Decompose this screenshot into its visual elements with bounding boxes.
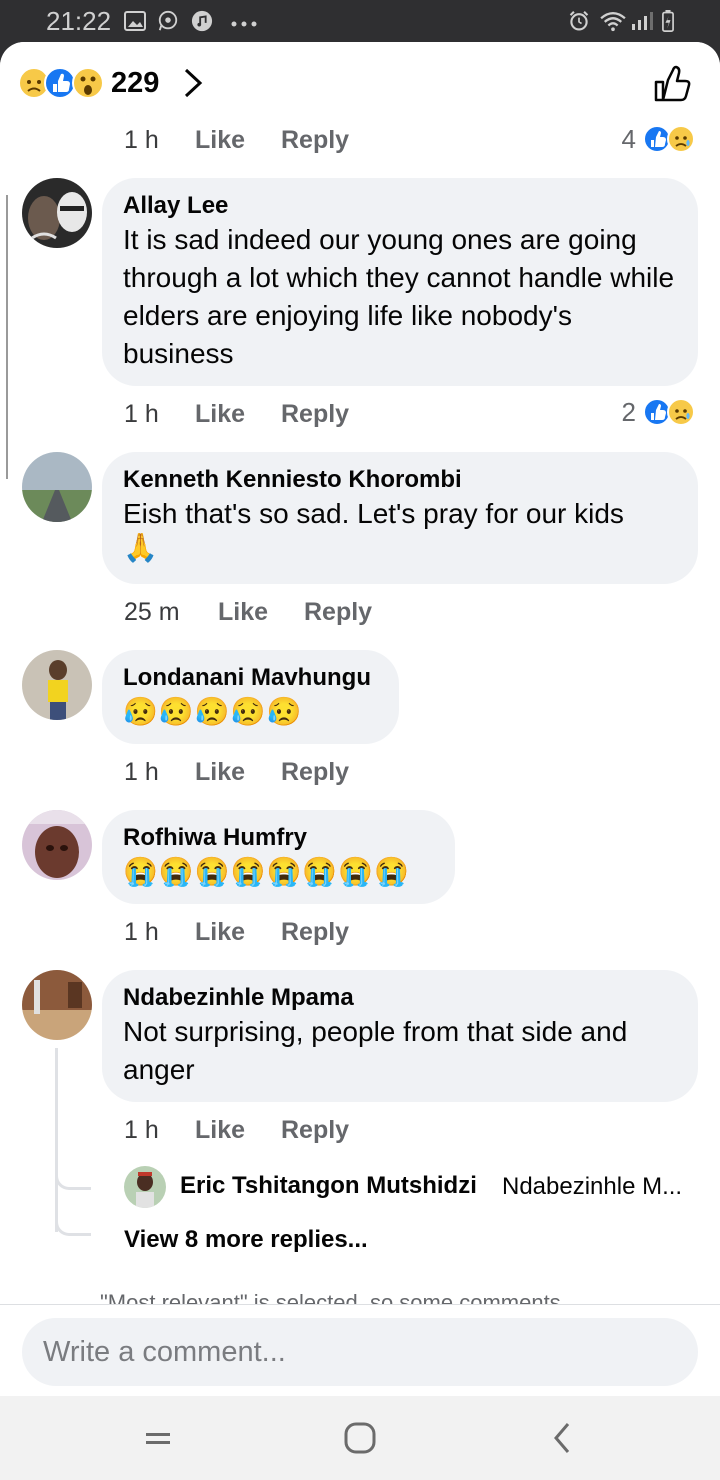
crying-emoji-row: 😭😭😭😭😭😭😭😭	[123, 856, 410, 887]
comment-input[interactable]	[22, 1318, 698, 1386]
comments-sheet: 229 1 h Like Reply 4 Allay Lee It is sad…	[0, 42, 720, 1480]
reply-button[interactable]: Reply	[281, 758, 349, 787]
comment-bubble[interactable]: Allay Lee It is sad indeed our young one…	[102, 178, 698, 386]
alarm-icon	[569, 10, 589, 31]
battery-icon	[662, 10, 674, 32]
like-outline-icon[interactable]	[650, 62, 694, 106]
comment-author[interactable]: Rofhiwa Humfry	[123, 822, 433, 853]
reply-snippet: Ndabezinhle M...	[502, 1173, 683, 1200]
thread-line	[55, 1048, 58, 1232]
comment-time: 1 h	[124, 1116, 159, 1144]
like-button[interactable]: Like	[195, 918, 245, 947]
back-icon[interactable]	[540, 1418, 584, 1458]
reactions-header: 229	[0, 42, 720, 122]
comment-text: Eish that's so sad. Let's pray for our k…	[123, 498, 624, 529]
avatar[interactable]	[22, 178, 92, 248]
reply-preview[interactable]: Eric Tshitangon Mutshidzi Ndabezinhle M.…	[124, 1166, 704, 1210]
comment-text: It is sad indeed our young ones are goin…	[123, 224, 675, 369]
like-button[interactable]: Like	[195, 1116, 245, 1145]
comment-author[interactable]: Kenneth Kenniesto Khorombi	[123, 464, 676, 495]
sad-emoji-row: 😥😥😥😥😥	[123, 696, 303, 727]
reply-button[interactable]: Reply	[281, 126, 349, 155]
comment-text: Not surprising, people from that side an…	[123, 1016, 628, 1085]
home-icon[interactable]	[338, 1418, 382, 1458]
comment-bubble[interactable]: Kenneth Kenniesto Khorombi Eish that's s…	[102, 452, 698, 584]
signal-icon	[632, 12, 653, 30]
reply-button[interactable]: Reply	[304, 598, 372, 627]
like-sad-reaction-icon	[643, 125, 695, 153]
comment-time: 1 h	[124, 758, 159, 786]
praying-hands-emoji: 🙏	[123, 532, 158, 563]
like-button[interactable]: Like	[195, 400, 245, 429]
like-button[interactable]: Like	[195, 758, 245, 787]
like-sad-reaction-icon	[643, 398, 695, 426]
thread-branch	[55, 1212, 91, 1236]
avatar[interactable]	[22, 452, 92, 522]
comment-reactions[interactable]: 2	[598, 397, 698, 431]
comment-author[interactable]: Londanani Mavhungu	[123, 662, 377, 693]
comment-reaction-count: 4	[621, 124, 636, 154]
recents-icon[interactable]	[136, 1418, 180, 1458]
status-bar: 21:22	[0, 0, 720, 44]
comment-reactions[interactable]: 4	[598, 124, 698, 158]
reply-button[interactable]: Reply	[281, 400, 349, 429]
sad-reaction-icon	[18, 67, 104, 99]
avatar[interactable]	[22, 650, 92, 720]
comment-reaction-count: 2	[621, 397, 636, 427]
wifi-icon	[600, 12, 626, 32]
comment-author[interactable]: Ndabezinhle Mpama	[123, 982, 676, 1013]
reaction-count[interactable]: 229	[111, 67, 159, 100]
comment-composer	[0, 1304, 720, 1396]
scroll-indicator	[6, 195, 8, 479]
comment-bubble[interactable]: Londanani Mavhungu 😥😥😥😥😥	[102, 650, 399, 744]
gallery-icon	[124, 11, 146, 31]
like-button[interactable]: Like	[218, 598, 268, 627]
thread-branch	[55, 1166, 91, 1190]
music-icon	[191, 10, 213, 32]
comment-bubble[interactable]: Rofhiwa Humfry 😭😭😭😭😭😭😭😭	[102, 810, 455, 904]
comment-time: 1 h	[124, 918, 159, 946]
comment-time: 1 h	[124, 126, 159, 154]
more-dots-icon	[231, 21, 257, 27]
reply-author[interactable]: Eric Tshitangon Mutshidzi	[180, 1172, 477, 1200]
avatar[interactable]	[22, 970, 92, 1040]
comment-author[interactable]: Allay Lee	[123, 190, 676, 221]
reply-button[interactable]: Reply	[281, 918, 349, 947]
reaction-icons[interactable]	[18, 66, 108, 100]
reply-button[interactable]: Reply	[281, 1116, 349, 1145]
status-time: 21:22	[46, 6, 112, 36]
chevron-right-icon[interactable]	[178, 66, 208, 100]
comment-bubble[interactable]: Ndabezinhle Mpama Not surprising, people…	[102, 970, 698, 1102]
comment-time: 25 m	[124, 598, 180, 626]
system-nav-bar	[0, 1396, 720, 1480]
view-more-replies-link[interactable]: View 8 more replies...	[124, 1226, 368, 1254]
comment-time: 1 h	[124, 400, 159, 428]
whatsapp-icon	[158, 10, 178, 31]
reply-avatar[interactable]	[124, 1166, 166, 1208]
like-button[interactable]: Like	[195, 126, 245, 155]
avatar[interactable]	[22, 810, 92, 880]
